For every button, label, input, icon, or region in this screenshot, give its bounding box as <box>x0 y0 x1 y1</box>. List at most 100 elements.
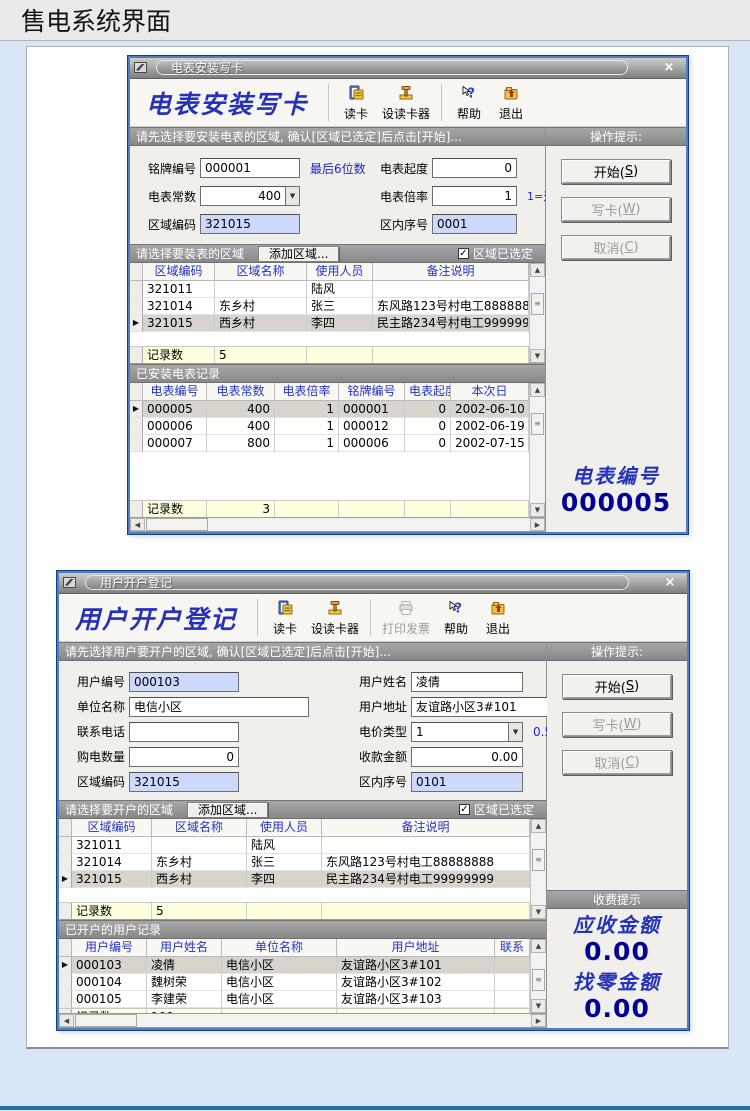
ratio-input[interactable] <box>432 186 517 206</box>
vertical-scrollbar[interactable]: ▲ ≡ ▼ <box>529 383 545 517</box>
vertical-scrollbar[interactable]: ▲ ≡ ▼ <box>530 939 546 1013</box>
write-card-button[interactable]: 写卡(W) <box>561 197 671 222</box>
write-card-button[interactable]: 写卡(W) <box>562 712 672 737</box>
users-table: 用户编号 用户姓名 单位名称 用户地址 联系 ▶ 000103 凌倩 电信小区 … <box>59 939 546 1014</box>
start-button[interactable]: 开始(S) <box>561 159 671 184</box>
seq-input[interactable] <box>411 772 523 792</box>
titlebar[interactable]: 用户开户登记 × <box>59 573 687 594</box>
scroll-down-icon[interactable]: ▼ <box>530 349 545 363</box>
set-reader-button[interactable]: 设读卡器 <box>306 598 364 638</box>
print-invoice-button[interactable]: 打印发票 <box>377 598 435 638</box>
vertical-scrollbar[interactable]: ▲ ≡ ▼ <box>530 819 546 919</box>
constant-value[interactable] <box>200 186 285 206</box>
scroll-down-icon[interactable]: ▼ <box>531 999 546 1013</box>
price-type-value[interactable] <box>411 722 508 742</box>
region-section-title: 请选择要装表的区域 <box>136 245 244 262</box>
table-row-selected[interactable]: ▶ 000005 400 1 000001 0 2002-06-10 <box>130 401 529 418</box>
scroll-down-icon[interactable]: ▼ <box>530 503 545 517</box>
scrollbar-thumb[interactable]: ≡ <box>532 849 545 871</box>
read-card-button[interactable]: 读卡 <box>335 83 377 123</box>
table-row[interactable]: 321011 陆风 <box>59 837 530 854</box>
window-title: 用户开户登记 <box>85 575 629 590</box>
scroll-left-icon[interactable]: ◀ <box>59 1014 74 1027</box>
account-form: 用户编号 用户姓名 单位名称 用户地址 <box>59 661 546 800</box>
unit-input[interactable] <box>129 697 309 717</box>
table-row[interactable]: 321014 东乡村 张三 东风路123号村电工88888888 <box>59 854 530 871</box>
scroll-up-icon[interactable]: ▲ <box>531 819 546 833</box>
scrollbar-thumb[interactable] <box>75 1014 137 1027</box>
scrollbar-thumb[interactable]: ≡ <box>531 293 544 315</box>
table-row[interactable]: 321011 陆风 <box>130 281 529 298</box>
user-no-input[interactable] <box>129 672 239 692</box>
table-row-selected[interactable]: ▶ 321015 西乡村 李四 民主路234号村电工99999999 <box>59 871 530 888</box>
region-code-input[interactable] <box>200 214 300 234</box>
scroll-up-icon[interactable]: ▲ <box>530 383 545 397</box>
change-label: 找零金额 <box>547 966 687 995</box>
help-label: 帮助 <box>457 105 481 122</box>
set-reader-label: 设读卡器 <box>311 620 359 637</box>
read-card-button[interactable]: 读卡 <box>264 598 306 638</box>
dropdown-arrow-icon[interactable]: ▼ <box>508 722 523 742</box>
scroll-down-icon[interactable]: ▼ <box>531 905 546 919</box>
scroll-left-icon[interactable]: ◀ <box>130 518 145 531</box>
horizontal-scrollbar[interactable]: ◀ ▶ <box>59 1014 546 1028</box>
help-button[interactable]: ? 帮助 <box>448 83 490 123</box>
set-reader-button[interactable]: 设读卡器 <box>377 83 435 123</box>
table-row[interactable]: 000006 400 1 000012 0 2002-06-19 <box>130 418 529 435</box>
add-region-button[interactable]: 添加区域... <box>187 802 268 818</box>
exit-label: 退出 <box>499 105 523 122</box>
qty-input[interactable] <box>129 747 239 767</box>
fee-summary: 应收金额 0.00 找零金额 0.00 <box>547 909 687 1028</box>
region-table-header: 区域编码 区域名称 使用人员 备注说明 <box>130 263 529 281</box>
start-button[interactable]: 开始(S) <box>562 674 672 699</box>
meter-number-value: 000005 <box>546 489 686 517</box>
region-section-title: 请选择要开户的区域 <box>65 801 173 818</box>
change-value: 0.00 <box>547 995 687 1023</box>
region-selected-checkbox[interactable]: ✓ <box>458 248 469 259</box>
vertical-scrollbar[interactable]: ▲ ≡ ▼ <box>529 263 545 363</box>
exit-button[interactable]: 退出 <box>490 83 532 123</box>
table-row-selected[interactable]: ▶ 000103 凌倩 电信小区 友谊路小区3#101 <box>59 957 530 974</box>
price-type-dropdown[interactable]: ▼ <box>411 722 523 742</box>
table-row[interactable]: 000007 800 1 000006 0 2002-07-15 <box>130 435 529 452</box>
table-row[interactable]: 000104 魏树荣 电信小区 友谊路小区3#102 <box>59 974 530 991</box>
horizontal-scrollbar[interactable]: ◀ ▶ <box>130 518 545 532</box>
cancel-button[interactable]: 取消(C) <box>561 235 671 260</box>
scroll-up-icon[interactable]: ▲ <box>530 263 545 277</box>
seq-input[interactable] <box>432 214 517 234</box>
scrollbar-thumb[interactable]: ≡ <box>532 969 545 991</box>
scroll-right-icon[interactable]: ▶ <box>530 518 545 531</box>
user-no-label: 用户编号 <box>77 673 125 690</box>
scroll-right-icon[interactable]: ▶ <box>531 1014 546 1027</box>
help-button[interactable]: ? 帮助 <box>435 598 477 638</box>
close-button[interactable]: × <box>660 59 678 76</box>
dropdown-arrow-icon[interactable]: ▼ <box>285 186 300 206</box>
amount-due-label: 应收金额 <box>547 909 687 938</box>
exit-icon <box>490 600 506 619</box>
close-button[interactable]: × <box>661 574 679 591</box>
table-row[interactable]: 000105 李建荣 电信小区 友谊路小区3#103 <box>59 991 530 1008</box>
nameplate-input[interactable] <box>200 158 300 178</box>
scrollbar-thumb[interactable] <box>146 518 208 531</box>
account-registration-window: 用户开户登记 × 用户开户登记 读卡 设读卡器 打印发票 ? 帮助 退出 <box>57 571 689 1030</box>
user-name-input[interactable] <box>411 672 523 692</box>
start-reading-input[interactable] <box>432 158 517 178</box>
ops-hint-bar: 操作提示: <box>546 127 686 146</box>
meter-number-label: 电表编号 <box>546 460 686 489</box>
region-selected-checkbox[interactable]: ✓ <box>459 804 470 815</box>
help-label: 帮助 <box>444 620 468 637</box>
constant-dropdown[interactable]: ▼ <box>200 186 300 206</box>
titlebar[interactable]: 电表安装写卡 × <box>130 58 686 79</box>
add-region-button[interactable]: 添加区域... <box>258 246 339 262</box>
exit-button[interactable]: 退出 <box>477 598 519 638</box>
cancel-button[interactable]: 取消(C) <box>562 750 672 775</box>
qty-label: 购电数量 <box>77 748 125 765</box>
scroll-up-icon[interactable]: ▲ <box>531 939 546 953</box>
table-row[interactable]: 321014 东乡村 张三 东风路123号村电工88888888 <box>130 298 529 315</box>
amount-input[interactable] <box>411 747 523 767</box>
table-row-selected[interactable]: ▶ 321015 西乡村 李四 民主路234号村电工99999999 <box>130 315 529 332</box>
phone-input[interactable] <box>129 722 239 742</box>
region-code-input[interactable] <box>129 772 239 792</box>
scrollbar-thumb[interactable]: ≡ <box>531 413 544 435</box>
instruction-bar: 请先选择用户要开户的区域, 确认[区域已选定]后点击[开始]... <box>59 642 546 661</box>
